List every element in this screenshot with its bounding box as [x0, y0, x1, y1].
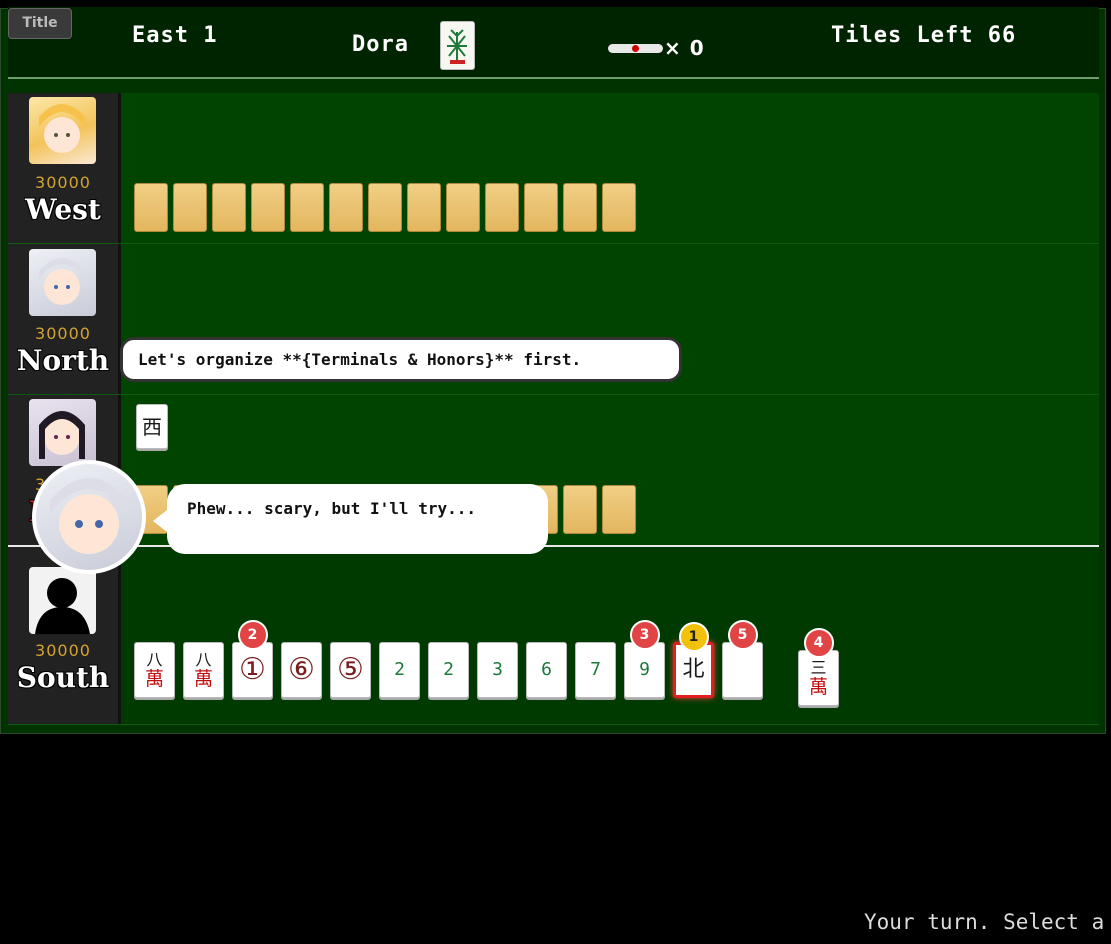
hidden-tile [446, 183, 480, 232]
drawn-tile[interactable]: 三萬 4 [798, 628, 839, 706]
companion-avatar [32, 460, 146, 574]
advice-text: Let's organize **{Terminals & Honors}** … [138, 350, 582, 369]
hand-tile[interactable]: 北1 [673, 622, 714, 698]
player-panel-south: 30000 South [8, 547, 121, 724]
hand-tile[interactable]: ①2 [232, 620, 273, 698]
hand-tile[interactable]: 6 [526, 642, 567, 698]
hidden-tile [602, 485, 636, 534]
east-discard-tile: 西 [136, 404, 168, 449]
green-dragon-icon [447, 29, 467, 64]
hidden-tile [602, 183, 636, 232]
bubble-notch [153, 510, 167, 532]
hand-tile[interactable]: 7 [575, 642, 616, 698]
tile-rank-badge: 1 [678, 622, 709, 652]
hidden-tile [173, 183, 207, 232]
tile-rank-badge: 2 [237, 620, 268, 650]
hand-tile[interactable]: 八萬 [183, 642, 224, 698]
hidden-tile [368, 183, 402, 232]
hand-tile[interactable]: 2 [379, 642, 420, 698]
hidden-tile [134, 183, 168, 232]
hand-tile[interactable]: 93 [624, 620, 665, 698]
status-message: Your turn. Select a [864, 910, 1105, 934]
tile-rank-badge: 5 [727, 620, 758, 650]
dora-label: Dora [352, 32, 409, 57]
player-hand: 八萬八萬①2⑥⑤2236793北15 [134, 620, 763, 698]
hand-tile[interactable]: 2 [428, 642, 469, 698]
hidden-tile [212, 183, 246, 232]
dora-indicator-tile [440, 21, 475, 70]
player-row-west: 30000 West [8, 93, 1099, 244]
hidden-tile [329, 183, 363, 232]
hidden-tile [563, 183, 597, 232]
hand-tile[interactable]: ⑤ [330, 642, 371, 698]
player-panel-north: 30000 North [8, 244, 121, 394]
player-score-south: 30000 [35, 641, 91, 660]
tiles-left-counter: Tiles Left 66 [831, 23, 1017, 48]
hidden-tile [563, 485, 597, 534]
hand-tile[interactable]: 八萬 [134, 642, 175, 698]
hidden-tile [290, 183, 324, 232]
player-score-west: 30000 [35, 173, 91, 192]
player-panel-west: 30000 West [8, 93, 121, 243]
hidden-tile [485, 183, 519, 232]
blonde-girl-avatar [29, 97, 96, 164]
companion-bubble: Phew... scary, but I'll try... [167, 484, 548, 554]
hidden-tile [524, 183, 558, 232]
silver-haired-maid-avatar [29, 249, 96, 316]
hidden-tile [251, 183, 285, 232]
header-bar: East 1 Dora × 0 Tiles Left 66 [8, 7, 1099, 79]
hand-tile[interactable]: 5 [722, 620, 763, 698]
player-row-south: 30000 South 八萬八萬①2⑥⑤2236793北15 三萬 4 [8, 547, 1099, 725]
dark-haired-girl-avatar [29, 399, 96, 466]
tile-rank-badge: 4 [803, 628, 834, 658]
round-indicator: East 1 [132, 23, 218, 48]
player-wind-west: West [25, 193, 101, 226]
riichi-stick-icon [608, 44, 663, 53]
silhouette-avatar [29, 567, 96, 634]
advice-bubble: Let's organize **{Terminals & Honors}** … [120, 337, 682, 382]
west-hidden-hand [134, 183, 636, 232]
player-score-north: 30000 [35, 324, 91, 343]
player-wind-south: South [16, 661, 110, 694]
tile-rank-badge: 3 [629, 620, 660, 650]
title-button[interactable]: Title [8, 8, 72, 39]
player-wind-north: North [16, 344, 110, 377]
companion-text: Phew... scary, but I'll try... [187, 499, 476, 518]
riichi-count: × 0 [664, 36, 705, 60]
hand-tile[interactable]: ⑥ [281, 642, 322, 698]
hand-tile[interactable]: 3 [477, 642, 518, 698]
hidden-tile [407, 183, 441, 232]
